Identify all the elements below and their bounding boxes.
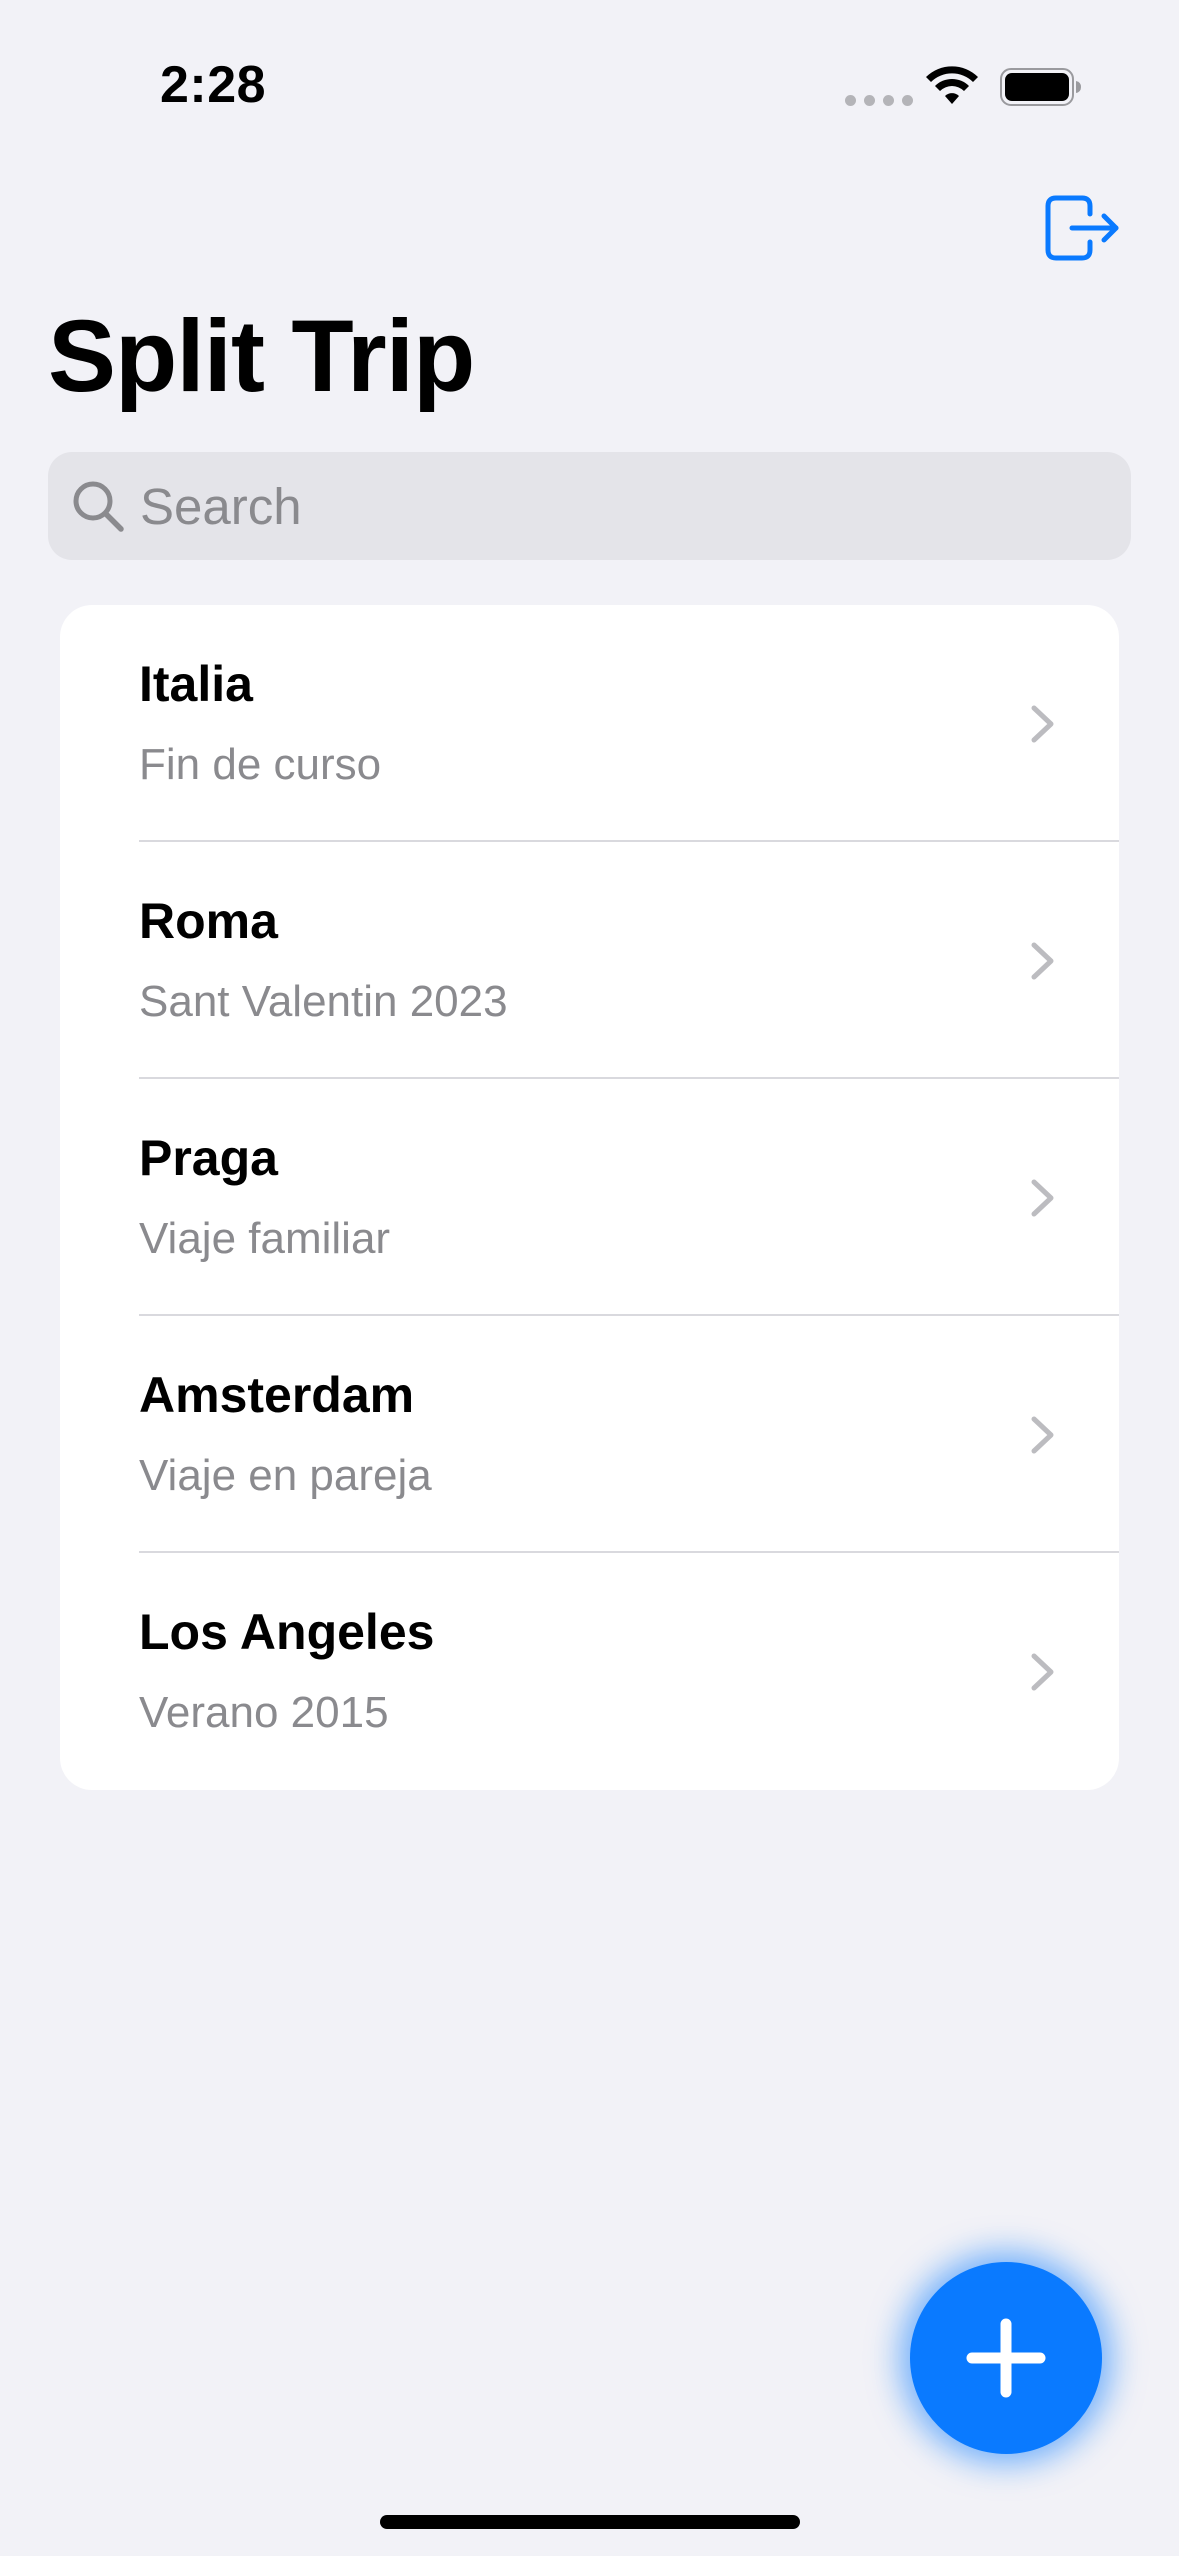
search-icon — [73, 481, 124, 532]
cellular-signal-icon — [845, 95, 913, 106]
trip-subtitle: Verano 2015 — [139, 1688, 389, 1737]
trip-name: Los Angeles — [139, 1604, 435, 1660]
logout-icon — [1045, 195, 1119, 261]
page-title: Split Trip — [48, 299, 475, 413]
chevron-right-icon — [1031, 942, 1054, 980]
plus-icon — [966, 2318, 1046, 2398]
search-input[interactable] — [140, 452, 1100, 560]
add-trip-button[interactable] — [910, 2262, 1102, 2454]
status-time: 2:28 — [160, 56, 267, 114]
home-indicator — [380, 2515, 800, 2529]
trip-name: Italia — [139, 656, 253, 712]
trip-list: Italia Fin de curso Roma Sant Valentin 2… — [60, 605, 1119, 1790]
trip-name: Roma — [139, 893, 278, 949]
trip-subtitle: Sant Valentin 2023 — [139, 977, 508, 1026]
trip-name: Amsterdam — [139, 1367, 415, 1423]
trip-subtitle: Viaje en pareja — [139, 1451, 432, 1500]
trip-row[interactable]: Los Angeles Verano 2015 — [60, 1553, 1119, 1790]
status-bar: 2:28 — [0, 0, 1179, 150]
wifi-icon — [926, 66, 978, 104]
battery-icon — [1000, 68, 1081, 106]
search-bar[interactable] — [48, 452, 1131, 560]
trip-subtitle: Fin de curso — [139, 740, 382, 789]
trip-row[interactable]: Amsterdam Viaje en pareja — [60, 1316, 1119, 1553]
logout-button[interactable] — [1042, 188, 1122, 268]
trip-row[interactable]: Roma Sant Valentin 2023 — [60, 842, 1119, 1079]
trip-subtitle: Viaje familiar — [139, 1214, 391, 1263]
chevron-right-icon — [1031, 1653, 1054, 1691]
trip-row[interactable]: Praga Viaje familiar — [60, 1079, 1119, 1316]
trip-row[interactable]: Italia Fin de curso — [60, 605, 1119, 842]
chevron-right-icon — [1031, 1179, 1054, 1217]
chevron-right-icon — [1031, 1416, 1054, 1454]
trip-name: Praga — [139, 1130, 278, 1186]
chevron-right-icon — [1031, 705, 1054, 743]
